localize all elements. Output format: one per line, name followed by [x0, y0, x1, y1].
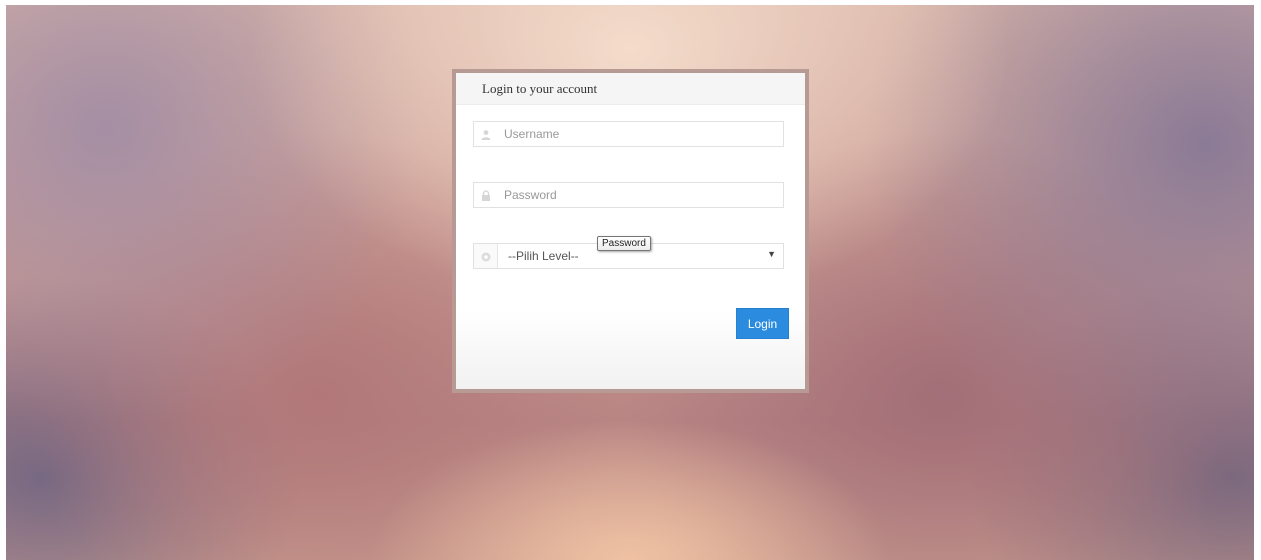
level-addon	[474, 244, 498, 268]
user-icon	[480, 128, 492, 140]
username-input[interactable]	[502, 124, 776, 144]
card-header: Login to your account	[456, 73, 805, 105]
blurred-background: Login to your account Username --Pilih L…	[6, 5, 1254, 560]
caret-down-icon: ▼	[767, 249, 776, 259]
login-button[interactable]: Login	[736, 308, 789, 339]
password-input[interactable]	[502, 185, 776, 205]
lock-icon	[480, 189, 492, 201]
password-tooltip: Password	[597, 236, 651, 251]
login-card: Login to your account Username --Pilih L…	[452, 69, 809, 393]
password-field[interactable]	[473, 182, 784, 208]
login-title: Login to your account	[482, 81, 598, 96]
username-field[interactable]	[473, 121, 784, 147]
circle-icon	[480, 250, 492, 262]
level-select-value: --Pilih Level--	[508, 249, 579, 263]
